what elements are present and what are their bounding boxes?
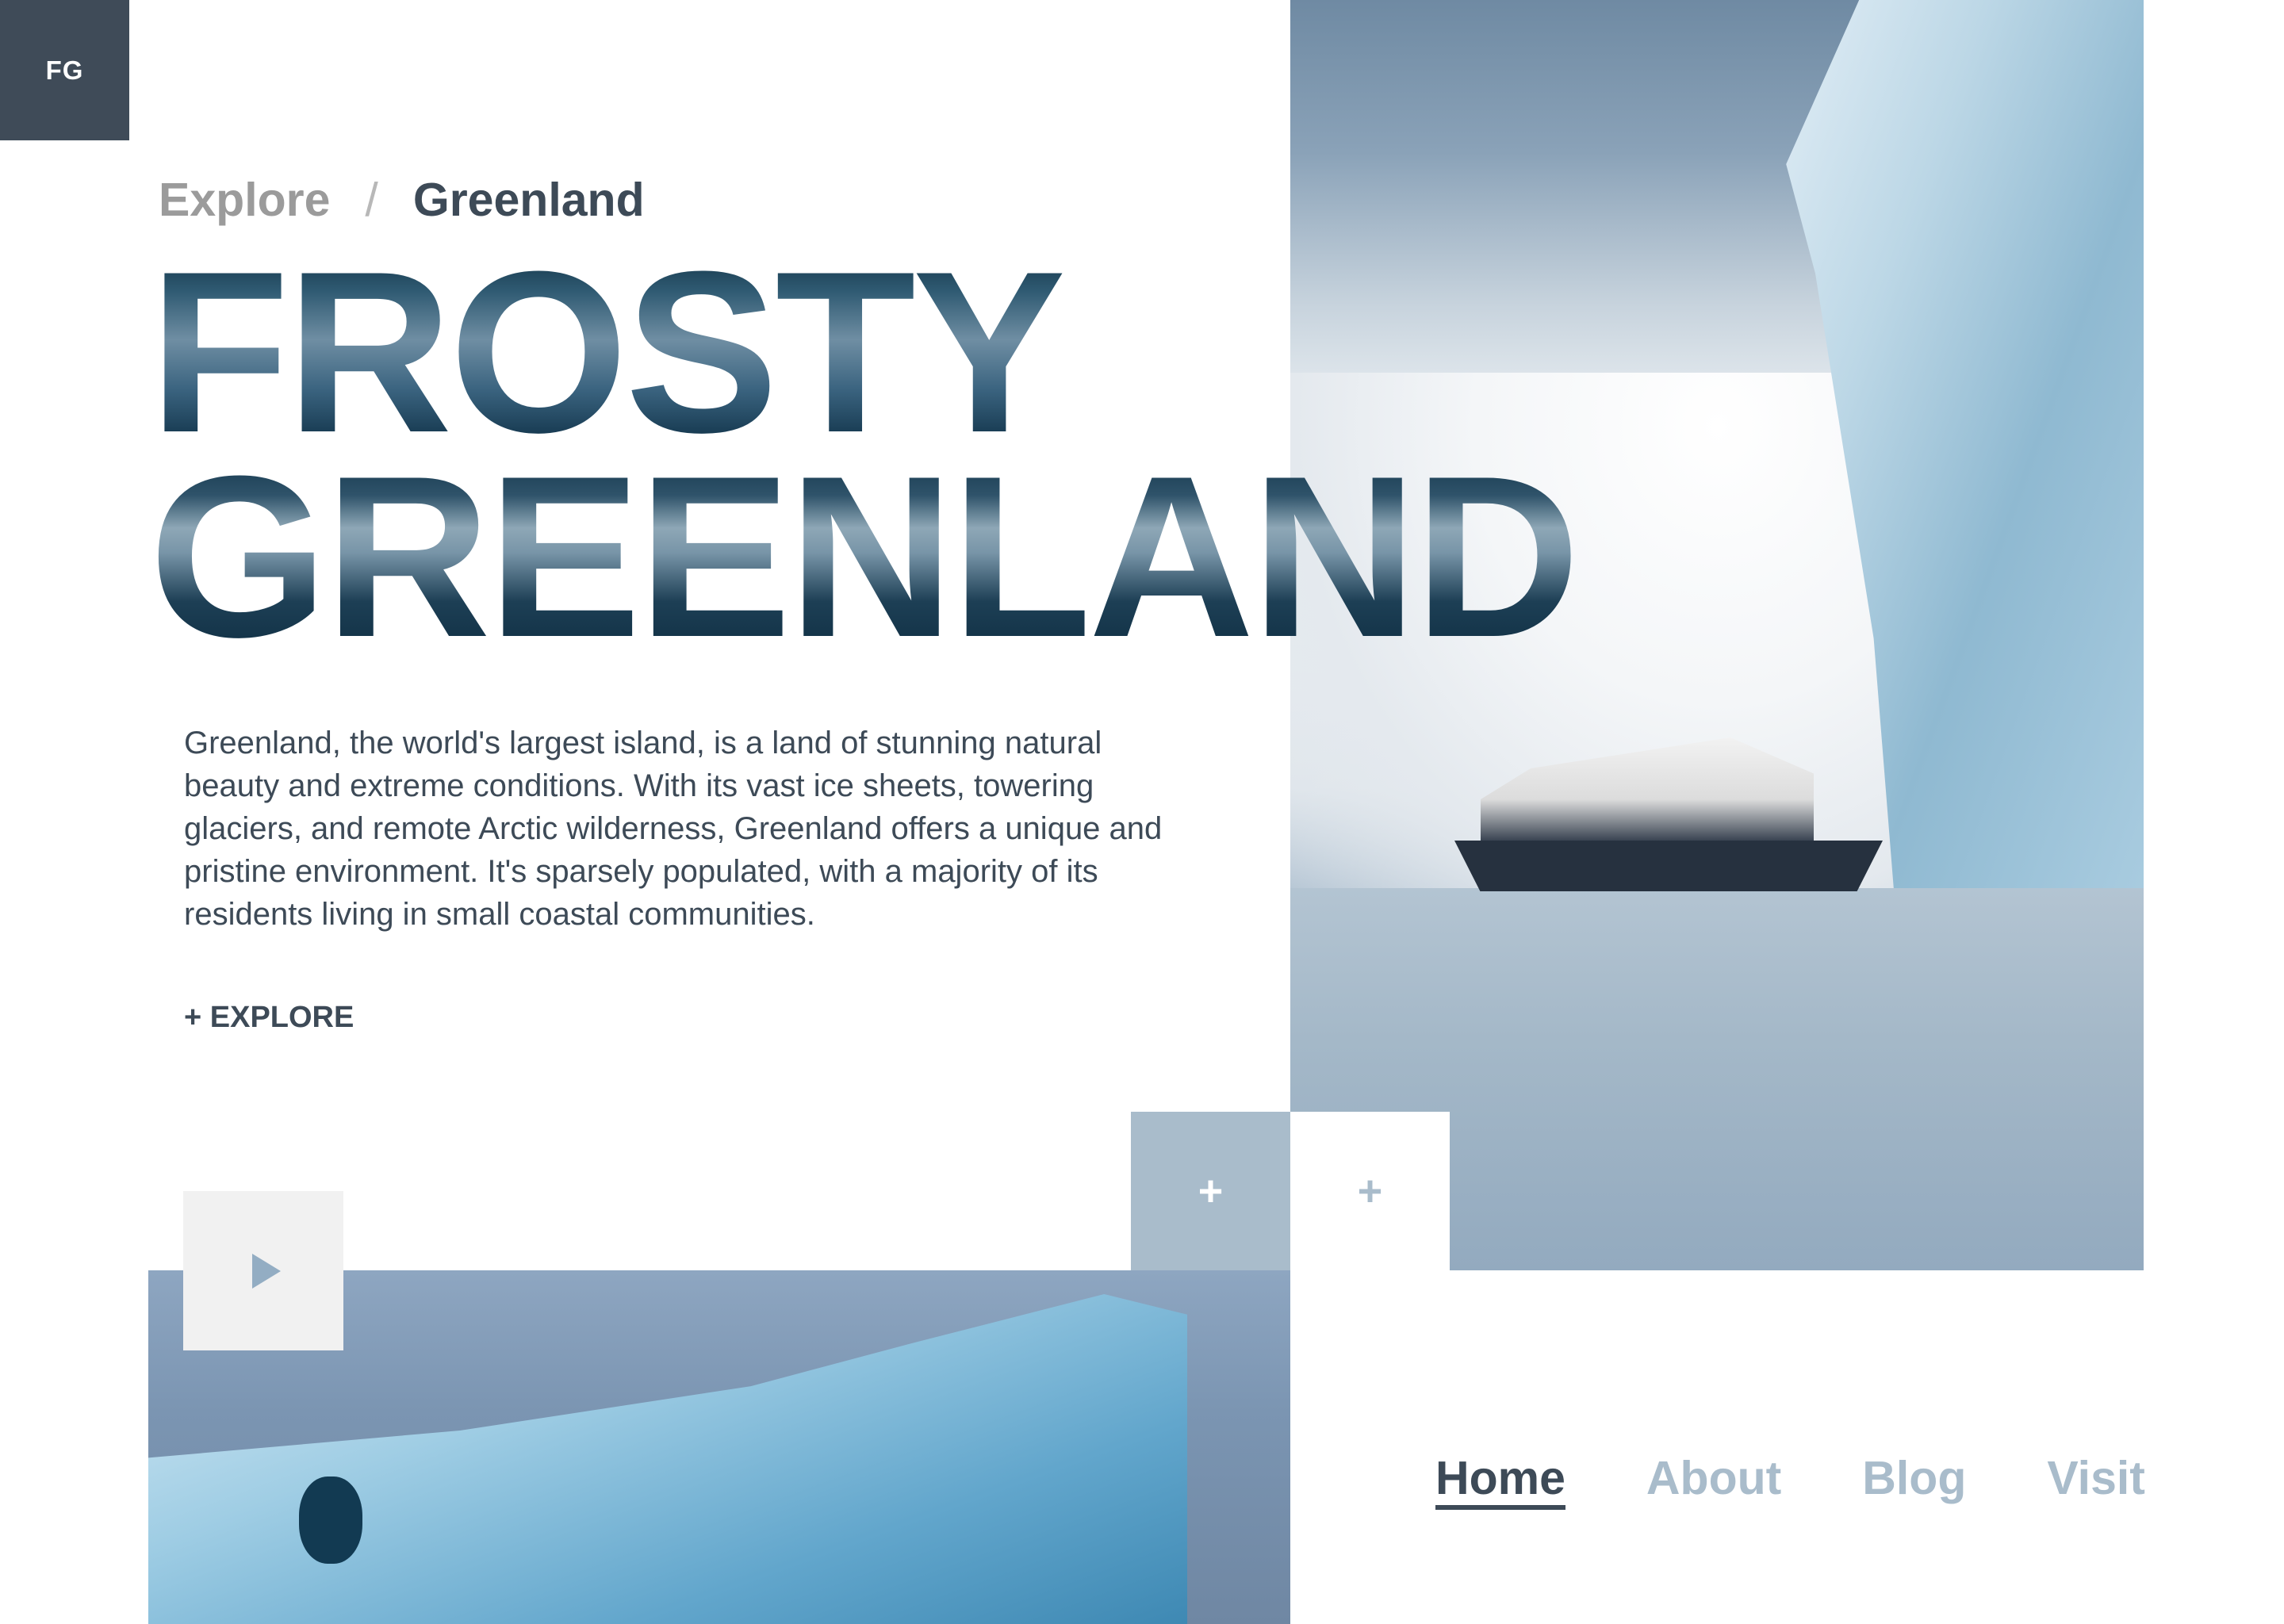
logo[interactable]: FG — [0, 0, 129, 140]
breadcrumb-explore-link[interactable]: Explore — [159, 173, 330, 227]
main-nav: Home About Blog Visit — [1435, 1451, 2145, 1510]
nav-visit[interactable]: Visit — [2047, 1451, 2145, 1510]
explore-button[interactable]: + EXPLORE — [184, 1001, 354, 1035]
ship-hull — [1454, 841, 1883, 891]
hero-title: FROSTY GREENLAND — [149, 250, 1577, 659]
intro-description: Greenland, the world's largest island, i… — [184, 726, 1163, 932]
plus-button-2[interactable]: + — [1290, 1112, 1450, 1270]
nav-home[interactable]: Home — [1435, 1451, 1565, 1510]
breadcrumb-current: Greenland — [412, 174, 645, 226]
plus-button-1[interactable]: + — [1131, 1112, 1290, 1270]
breadcrumb: Explore / Greenland — [159, 173, 645, 227]
hero-title-line-1: FROSTY — [149, 224, 1063, 481]
play-icon — [252, 1253, 281, 1289]
nav-about[interactable]: About — [1646, 1451, 1781, 1510]
hero-title-line-2: GREENLAND — [149, 428, 1577, 685]
nav-blog[interactable]: Blog — [1862, 1451, 1966, 1510]
play-button[interactable] — [183, 1191, 343, 1350]
breadcrumb-separator: / — [365, 174, 378, 226]
ice-cave — [299, 1477, 362, 1564]
